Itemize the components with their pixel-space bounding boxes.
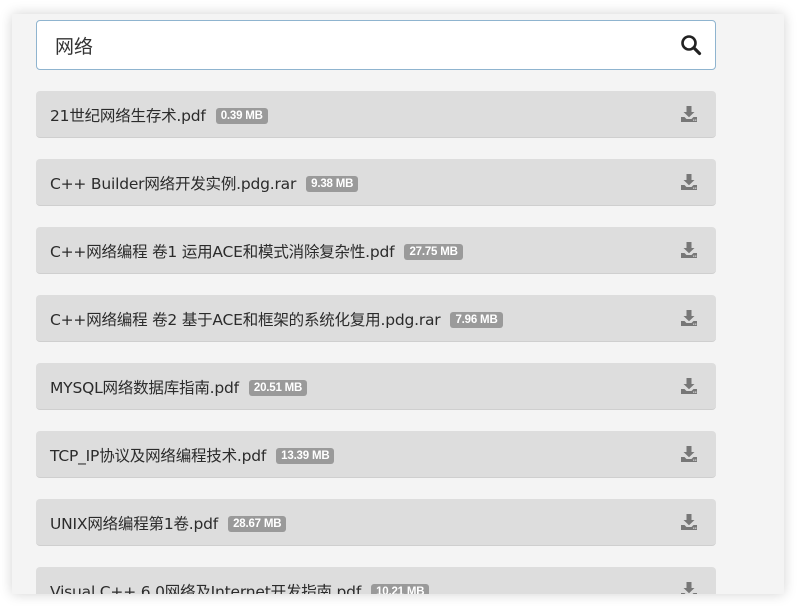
download-icon	[681, 446, 697, 462]
search-icon	[681, 35, 702, 56]
search-button[interactable]	[679, 33, 703, 57]
file-list-item[interactable]: C++网络编程 卷2 基于ACE和框架的系统化复用.pdg.rar 7.96 MB	[36, 295, 716, 342]
file-name[interactable]: TCP_IP协议及网络编程技术.pdf 13.39 MB	[50, 444, 335, 466]
download-icon	[681, 378, 697, 394]
file-name-text: 21世纪网络生存术.pdf	[50, 107, 206, 125]
download-button[interactable]	[680, 173, 698, 191]
file-size-badge: 20.51 MB	[248, 380, 308, 396]
download-icon	[681, 174, 697, 190]
file-size-badge: 0.39 MB	[215, 108, 268, 124]
download-button[interactable]	[680, 513, 698, 531]
file-name[interactable]: MYSQL网络数据库指南.pdf 20.51 MB	[50, 376, 308, 398]
file-size-badge: 27.75 MB	[404, 244, 463, 260]
file-name-text: C++ Builder网络开发实例.pdg.rar	[50, 175, 297, 193]
file-list-item[interactable]: C++ Builder网络开发实例.pdg.rar 9.38 MB	[36, 159, 716, 206]
file-name-text: UNIX网络编程第1卷.pdf	[50, 515, 219, 533]
file-name[interactable]: 21世纪网络生存术.pdf 0.39 MB	[50, 104, 268, 126]
file-size-badge: 10.21 MB	[371, 584, 430, 594]
file-name-text: C++网络编程 卷2 基于ACE和框架的系统化复用.pdg.rar	[50, 311, 441, 329]
file-list-item[interactable]: TCP_IP协议及网络编程技术.pdf 13.39 MB	[36, 431, 716, 478]
download-button[interactable]	[680, 581, 698, 594]
file-list-item[interactable]: MYSQL网络数据库指南.pdf 20.51 MB	[36, 363, 716, 410]
app-frame: 21世纪网络生存术.pdf 0.39 MB C++ Builder网络开发实例.p…	[12, 14, 784, 594]
file-name-text: TCP_IP协议及网络编程技术.pdf	[50, 447, 267, 465]
file-name[interactable]: Visual C++ 6.0网络及Internet开发指南.pdf 10.21 M…	[50, 580, 430, 594]
search-input[interactable]	[37, 21, 657, 69]
file-list-item[interactable]: 21世纪网络生存术.pdf 0.39 MB	[36, 91, 716, 138]
file-list: 21世纪网络生存术.pdf 0.39 MB C++ Builder网络开发实例.p…	[36, 91, 716, 594]
download-icon	[681, 514, 697, 530]
file-name-text: MYSQL网络数据库指南.pdf	[50, 379, 239, 397]
download-button[interactable]	[680, 377, 698, 395]
file-size-badge: 28.67 MB	[228, 516, 287, 532]
file-list-item[interactable]: UNIX网络编程第1卷.pdf 28.67 MB	[36, 499, 716, 546]
file-name[interactable]: C++网络编程 卷2 基于ACE和框架的系统化复用.pdg.rar 7.96 MB	[50, 308, 503, 330]
file-name[interactable]: C++ Builder网络开发实例.pdg.rar 9.38 MB	[50, 172, 359, 194]
file-list-item[interactable]: Visual C++ 6.0网络及Internet开发指南.pdf 10.21 M…	[36, 567, 716, 594]
download-button[interactable]	[680, 445, 698, 463]
file-list-item[interactable]: C++网络编程 卷1 运用ACE和模式消除复杂性.pdf 27.75 MB	[36, 227, 716, 274]
download-icon	[681, 310, 697, 326]
download-icon	[681, 582, 697, 594]
download-icon	[681, 242, 697, 258]
download-button[interactable]	[680, 105, 698, 123]
file-name[interactable]: UNIX网络编程第1卷.pdf 28.67 MB	[50, 512, 287, 534]
file-size-badge: 13.39 MB	[276, 448, 335, 464]
download-button[interactable]	[680, 309, 698, 327]
download-icon	[681, 106, 697, 122]
file-size-badge: 7.96 MB	[450, 312, 503, 328]
search-box	[36, 20, 716, 70]
download-button[interactable]	[680, 241, 698, 259]
file-size-badge: 9.38 MB	[306, 176, 359, 192]
file-name-text: C++网络编程 卷1 运用ACE和模式消除复杂性.pdf	[50, 243, 395, 261]
file-name-text: Visual C++ 6.0网络及Internet开发指南.pdf	[50, 583, 362, 594]
file-name[interactable]: C++网络编程 卷1 运用ACE和模式消除复杂性.pdf 27.75 MB	[50, 240, 463, 262]
